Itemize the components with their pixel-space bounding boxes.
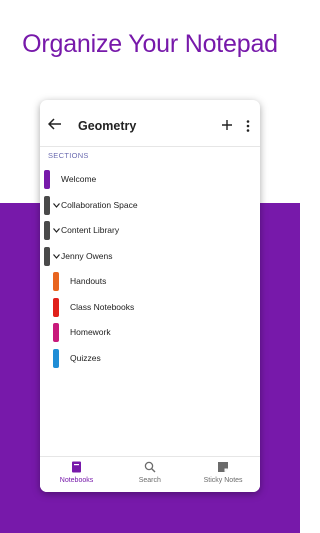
back-arrow-icon[interactable]: [48, 118, 62, 130]
chevron-down-icon[interactable]: [53, 253, 60, 259]
phone-screen: Geometry SECTIONS Welcome Collaboration S…: [40, 100, 260, 492]
section-item-label: Jenny Owens: [61, 250, 113, 261]
chevron-down-icon[interactable]: [53, 228, 60, 233]
section-color-tab: [44, 246, 50, 266]
section-item-label: Welcome: [61, 174, 97, 184]
section-item[interactable]: Class Notebooks: [40, 296, 260, 322]
more-options-icon[interactable]: [246, 120, 250, 132]
sticky-note-icon: [218, 462, 229, 472]
section-item-label: Class Notebooks: [70, 301, 135, 312]
app-bar: Geometry: [40, 100, 260, 147]
section-item-label: Homework: [70, 327, 111, 337]
section-item[interactable]: Jenny Owens: [40, 245, 260, 271]
section-color-tab: [53, 272, 59, 291]
nav-label: Notebooks: [59, 477, 94, 484]
section-color-tab: [44, 195, 50, 215]
section-color-tab: [53, 348, 59, 368]
sections-header: SECTIONS: [48, 151, 89, 160]
add-icon[interactable]: [222, 120, 232, 130]
section-item[interactable]: Collaboration Space: [40, 194, 260, 220]
nav-label: Search: [138, 477, 161, 484]
section-color-tab: [53, 297, 59, 317]
chevron-down-icon[interactable]: [53, 202, 60, 208]
section-item[interactable]: Handouts: [40, 270, 260, 296]
section-item-label: Handouts: [70, 276, 107, 286]
section-item[interactable]: Homework: [40, 321, 260, 347]
bottom-navigation: Notebooks Search Sticky Notes: [40, 456, 260, 492]
section-item[interactable]: Quizzes: [40, 347, 260, 373]
section-item[interactable]: Welcome: [40, 168, 260, 194]
notebook-title: Geometry: [78, 119, 137, 133]
search-icon: [144, 461, 156, 473]
notebook-icon: [71, 461, 81, 473]
section-color-tab: [44, 221, 50, 240]
section-color-tab: [53, 323, 59, 342]
nav-notebooks[interactable]: Notebooks: [40, 461, 113, 484]
section-color-tab: [44, 170, 50, 189]
section-list: Welcome Collaboration Space Content Librar…: [40, 168, 260, 372]
section-item-label: Content Library: [61, 225, 120, 235]
section-item[interactable]: Content Library: [40, 219, 260, 245]
nav-label: Sticky Notes: [203, 477, 243, 484]
section-item-label: Quizzes: [70, 352, 101, 363]
nav-sticky-notes[interactable]: Sticky Notes: [187, 461, 260, 484]
section-item-label: Collaboration Space: [61, 199, 138, 210]
nav-search[interactable]: Search: [113, 461, 186, 484]
promo-title: Organize Your Notepad: [22, 30, 278, 58]
